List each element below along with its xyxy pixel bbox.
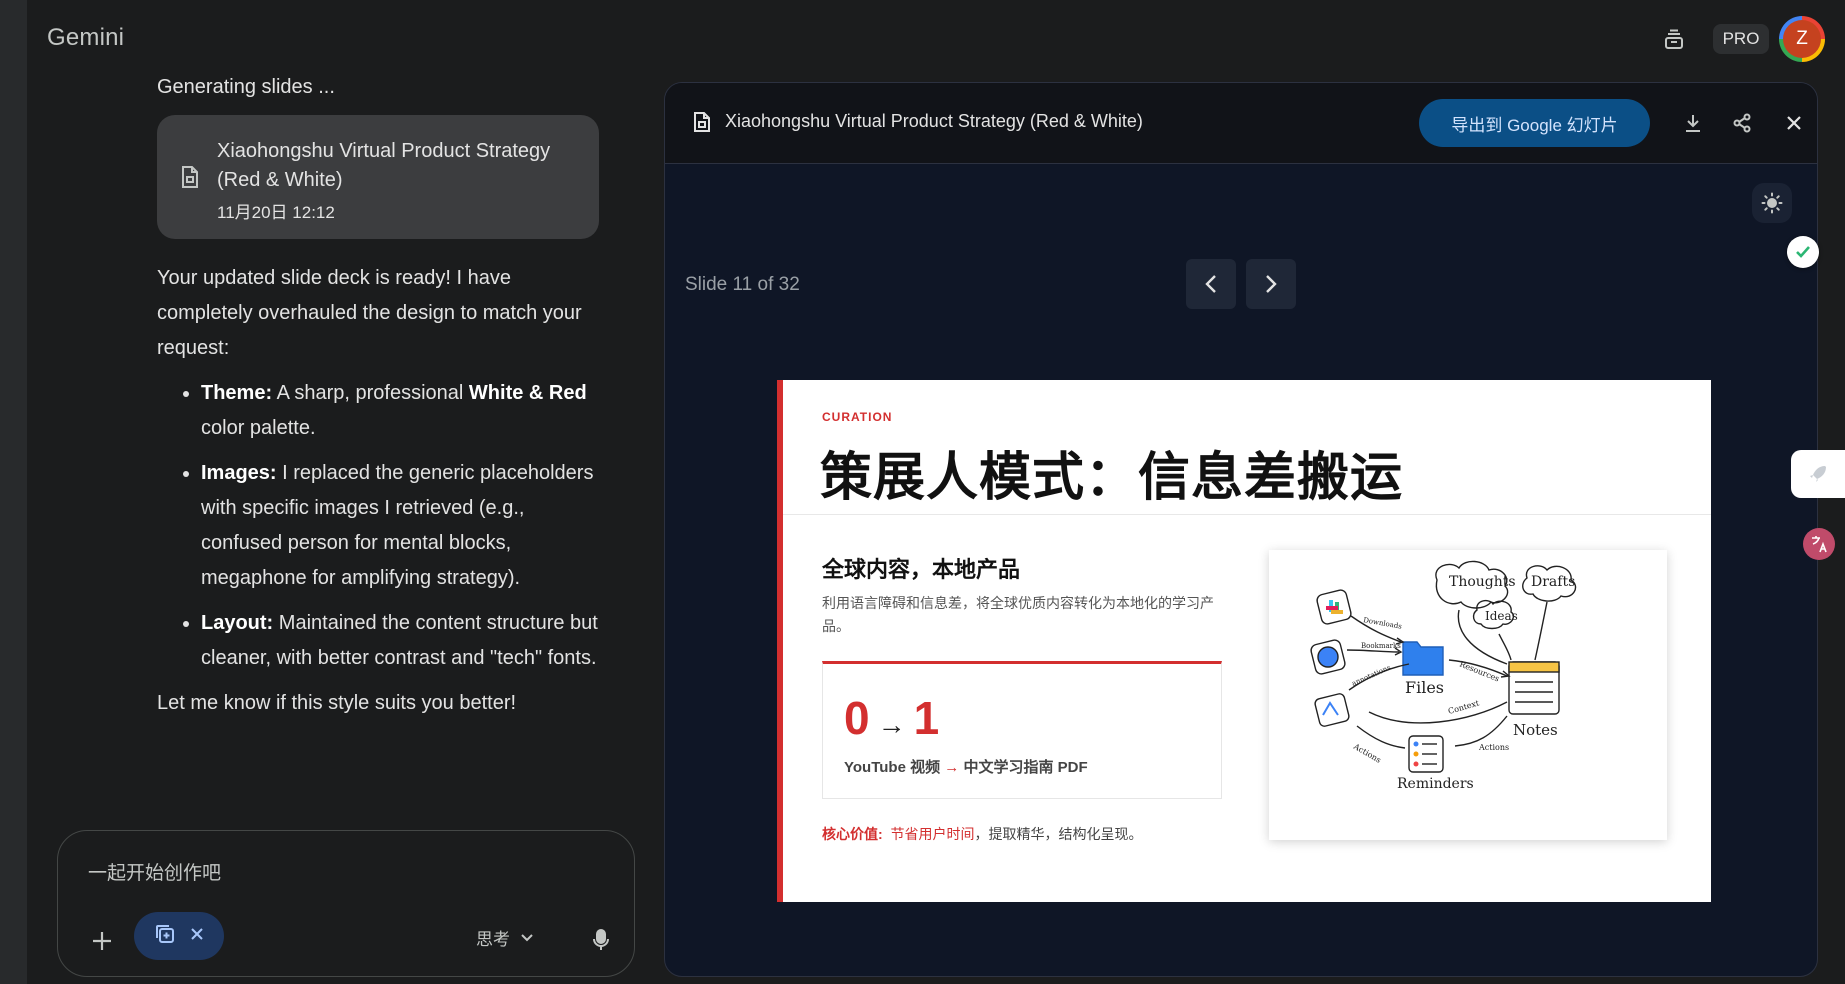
panel-header: Xiaohongshu Virtual Product Strategy (Re…: [665, 83, 1817, 164]
caption-target: 中文学习指南 PDF: [963, 759, 1088, 776]
translate-icon[interactable]: [1803, 528, 1835, 560]
slide-description: 利用语言障碍和信息差，将全球优质内容转化为本地化的学习产品。: [822, 595, 1214, 634]
sketch-label: Drafts: [1531, 574, 1575, 590]
canvas-icon: [154, 923, 176, 950]
core-highlight: 节省用户时间: [890, 826, 975, 842]
mode-selector[interactable]: 思考: [476, 925, 534, 950]
bullet-label: Theme:: [201, 382, 273, 404]
response-message: Your updated slide deck is ready! I have…: [157, 261, 602, 721]
core-value: 核心价值: 节省用户时间，提取精华，结构化呈现。: [822, 824, 1142, 844]
metric-card: 0 → 1 YouTube 视频 → 中文学习指南 PDF: [822, 661, 1222, 799]
pro-badge: PRO: [1713, 24, 1769, 54]
sketch-label: Bookmarks: [1361, 642, 1401, 650]
sketch-label: Resources: [1458, 660, 1500, 684]
deck-date: 11月20日 12:12: [217, 203, 335, 222]
metric-caption: YouTube 视频 → 中文学习指南 PDF: [844, 756, 1088, 777]
list-item: Layout: Maintained the content structure…: [201, 606, 602, 676]
slide-title: 策展人模式：信息差搬运: [820, 449, 1404, 507]
add-button[interactable]: [84, 923, 120, 959]
export-to-google-slides-button[interactable]: 导出到 Google 幻灯片: [1419, 99, 1650, 147]
bullet-label: Images:: [201, 462, 277, 484]
download-icon[interactable]: [1675, 105, 1711, 141]
avatar[interactable]: Z: [1779, 16, 1825, 62]
prompt-composer[interactable]: 一起开始创作吧 思考: [57, 830, 635, 977]
sketch-label: Downloads: [1363, 616, 1403, 631]
bullet-emphasis: White & Red: [468, 382, 587, 404]
metric-from: 0: [844, 692, 870, 744]
close-icon[interactable]: [1776, 105, 1812, 141]
list-item: Theme: A sharp, professional White & Red…: [201, 376, 602, 446]
chevron-down-icon: [520, 928, 534, 948]
canvas-tool-chip[interactable]: [134, 912, 224, 960]
caption-source: YouTube 视频: [844, 759, 941, 776]
workflow-sketch-image: Thoughts Drafts Ideas Files Notes Remind…: [1269, 550, 1667, 840]
next-slide-button[interactable]: [1246, 259, 1296, 309]
prompt-input[interactable]: 一起开始创作吧: [88, 858, 221, 885]
sketch-label: Notes: [1513, 721, 1558, 739]
list-item: Images: I replaced the generic placehold…: [201, 456, 602, 596]
generating-status: Generating slides ...: [157, 76, 335, 98]
close-icon[interactable]: [190, 927, 204, 946]
sketch-label: Ideas: [1485, 609, 1518, 623]
bullet-text: A sharp, professional: [276, 382, 469, 404]
bullet-label: Layout:: [201, 612, 274, 634]
metric-value: 0 → 1: [844, 691, 939, 745]
rocket-icon[interactable]: [1791, 450, 1845, 498]
extension-check-icon[interactable]: [1787, 236, 1819, 268]
bullet-text: color palette.: [201, 417, 316, 439]
left-rail: [0, 0, 27, 984]
slide-divider: [783, 514, 1711, 515]
previous-slide-button[interactable]: [1186, 259, 1236, 309]
mode-label: 思考: [476, 930, 510, 949]
sketch-label: Actions: [1351, 741, 1382, 764]
sketch-label: Actions: [1478, 743, 1509, 752]
core-rest: ，提取精华，结构化呈现。: [974, 826, 1143, 842]
sketch-label: Files: [1405, 678, 1444, 697]
slide-tag: CURATION: [822, 410, 893, 424]
response-intro: Your updated slide deck is ready! I have…: [157, 267, 582, 359]
sketch-label: annotations: [1351, 663, 1393, 687]
theme-toggle-button[interactable]: [1752, 183, 1792, 223]
sketch-label: Context: [1447, 698, 1481, 716]
sketch-label: Reminders: [1397, 776, 1474, 792]
metric-to: 1: [913, 692, 940, 744]
core-label: 核心价值:: [822, 826, 883, 842]
slide-canvas: CURATION 策展人模式：信息差搬运 全球内容，本地产品 利用语言障碍和信息…: [777, 380, 1711, 902]
deck-title: Xiaohongshu Virtual Product Strategy (Re…: [217, 140, 551, 191]
slides-preview-panel: Xiaohongshu Virtual Product Strategy (Re…: [664, 82, 1818, 977]
response-closing: Let me know if this style suits you bett…: [157, 692, 517, 714]
share-icon[interactable]: [1724, 105, 1760, 141]
response-bullets: Theme: A sharp, professional White & Red…: [157, 376, 602, 676]
slide-deck-card[interactable]: Xiaohongshu Virtual Product Strategy (Re…: [157, 115, 599, 239]
history-icon[interactable]: [1656, 24, 1692, 56]
app-title[interactable]: Gemini: [47, 24, 124, 52]
caption-arrow: →: [944, 759, 960, 776]
slide-counter: Slide 11 of 32: [685, 274, 800, 295]
avatar-initial: Z: [1783, 20, 1821, 58]
metric-arrow: →: [877, 709, 906, 740]
chat-thread: Generating slides ... Xiaohongshu Virtua…: [157, 72, 602, 721]
document-icon: [693, 111, 711, 138]
sketch-label: Thoughts: [1449, 574, 1516, 590]
panel-title: Xiaohongshu Virtual Product Strategy (Re…: [725, 111, 1143, 131]
slide-subtitle: 全球内容，本地产品: [822, 557, 1021, 582]
microphone-icon[interactable]: [583, 922, 619, 958]
document-icon: [180, 165, 200, 194]
